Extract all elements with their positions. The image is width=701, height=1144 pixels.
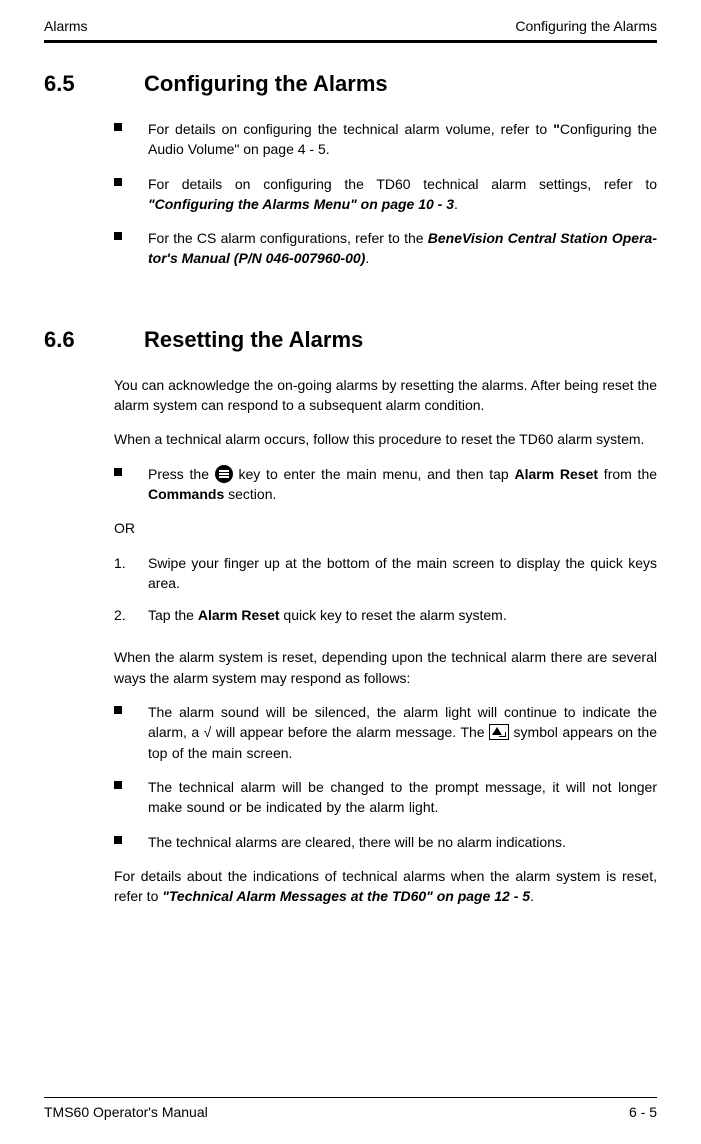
paragraph: When the alarm system is reset, dependin… [114, 647, 657, 688]
quote-open: " [553, 121, 560, 137]
text: For the CS alarm configurations, refer t… [148, 230, 428, 246]
text: For details on configuring the technical… [148, 121, 553, 137]
text: . [365, 250, 369, 266]
list-item: The technical alarms are cleared, there … [114, 832, 657, 852]
text: key to enter the main menu, and then tap [233, 466, 515, 482]
section-6-5-heading: 6.5 Configuring the Alarms [44, 71, 657, 97]
header-rule [44, 40, 657, 43]
text: The technical alarm will be changed to t… [148, 779, 657, 815]
alarm-reset-icon [489, 724, 509, 740]
text: Press the [148, 466, 215, 482]
section-6-5-list: For details on configuring the technical… [114, 119, 657, 269]
header-left: Alarms [44, 18, 88, 34]
paragraph: You can acknowledge the on-going alarms … [114, 375, 657, 416]
text: Swipe your finger up at the bottom of th… [148, 555, 657, 591]
menu-key-icon [215, 465, 233, 483]
or-separator: OR [114, 518, 657, 538]
text: . [326, 141, 330, 157]
list-item: For details on configuring the technical… [114, 119, 657, 160]
list-item: The technical alarm will be changed to t… [114, 777, 657, 818]
header-right: Configuring the Alarms [515, 18, 657, 34]
list-item: Press the key to enter the main menu, an… [114, 464, 657, 505]
steps-list: 1. Swipe your finger up at the bottom of… [114, 553, 657, 626]
ui-label: Alarm Reset [514, 466, 598, 482]
running-header: Alarms Configuring the Alarms [44, 18, 657, 34]
paragraph: For details about the indications of tec… [114, 866, 657, 907]
footer-rule [44, 1097, 657, 1098]
ui-label: Alarm Reset [198, 607, 280, 623]
section-6-5-body: For details on configuring the technical… [114, 119, 657, 269]
footer-right: 6 - 5 [629, 1104, 657, 1120]
press-list: Press the key to enter the main menu, an… [114, 464, 657, 505]
section-6-6-body: You can acknowledge the on-going alarms … [114, 375, 657, 907]
responses-list: The alarm sound will be silenced, the al… [114, 702, 657, 852]
paragraph: When a technical alarm occurs, follow th… [114, 429, 657, 449]
list-item: The alarm sound will be silenced, the al… [114, 702, 657, 763]
text: quick key to reset the alarm system. [280, 607, 507, 623]
section-6-5-title: Configuring the Alarms [144, 71, 388, 97]
ui-label: Commands [148, 486, 224, 502]
text: section. [224, 486, 276, 502]
page-footer: TMS60 Operator's Manual 6 - 5 [44, 1097, 657, 1120]
footer-left: TMS60 Operator's Manual [44, 1104, 208, 1120]
text: Tap the [148, 607, 198, 623]
xref: "Configuring the Alarms Menu" on page 10… [148, 196, 454, 212]
list-item: 1. Swipe your finger up at the bottom of… [114, 553, 657, 594]
step-number: 2. [114, 605, 126, 625]
section-6-6-heading: 6.6 Resetting the Alarms [44, 327, 657, 353]
text: . [530, 888, 534, 904]
text: For details on configuring the TD60 tech… [148, 176, 657, 192]
list-item: 2. Tap the Alarm Reset quick key to rese… [114, 605, 657, 625]
step-number: 1. [114, 553, 126, 573]
section-6-6-number: 6.6 [44, 327, 104, 353]
text: from the [598, 466, 657, 482]
text: The technical alarms are cleared, there … [148, 834, 566, 850]
text: . [454, 196, 458, 212]
section-6-6-title: Resetting the Alarms [144, 327, 363, 353]
xref: "Technical Alarm Messages at the TD60" o… [162, 888, 530, 904]
section-6-5-number: 6.5 [44, 71, 104, 97]
list-item: For the CS alarm configurations, refer t… [114, 228, 657, 269]
list-item: For details on configuring the TD60 tech… [114, 174, 657, 215]
